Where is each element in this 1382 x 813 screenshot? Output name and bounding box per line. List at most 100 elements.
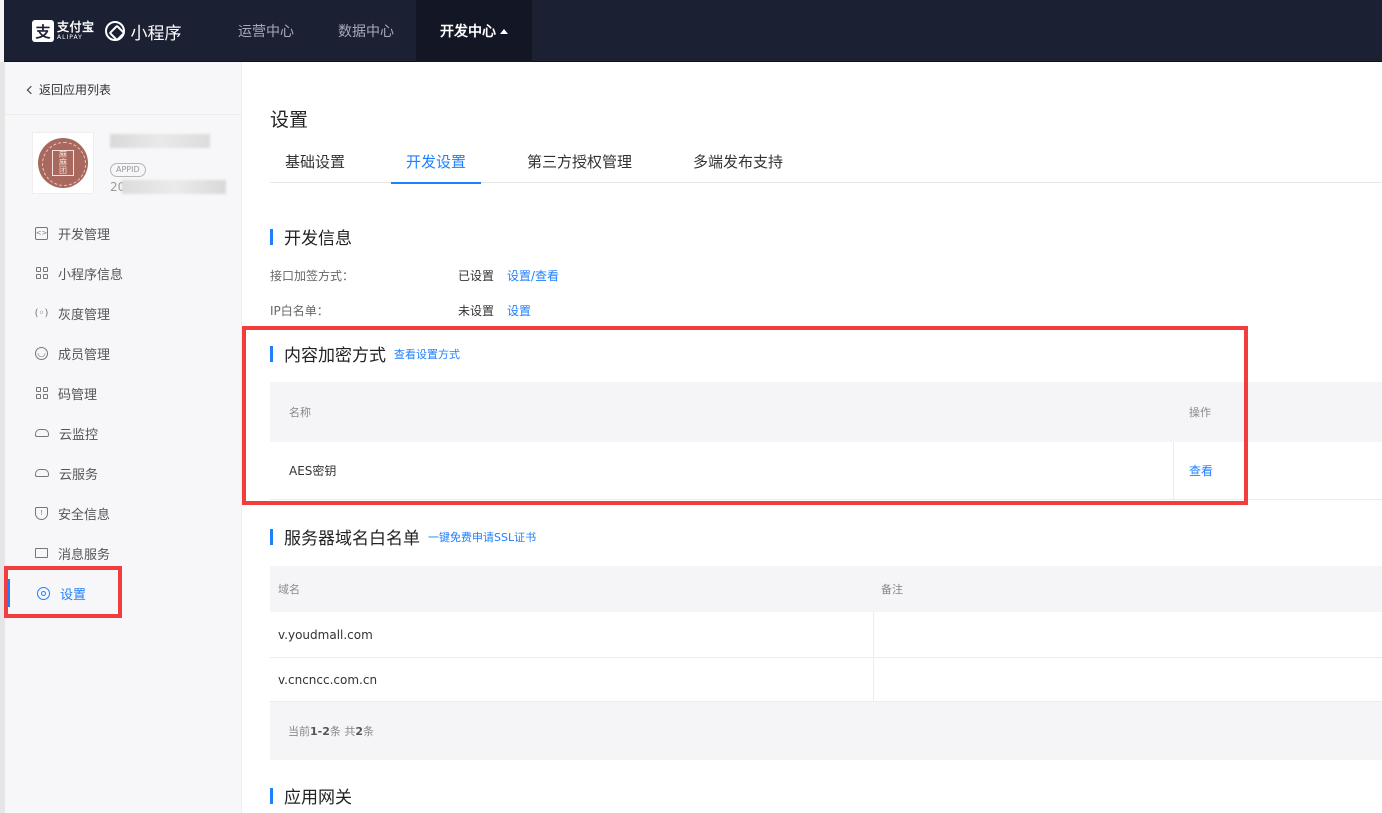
nav-ops-center[interactable]: 运营中心 — [216, 0, 316, 62]
domain-cell: v.cncncc.com.cn — [278, 672, 378, 687]
user-icon: ◡ — [35, 346, 48, 360]
tab-dev-settings[interactable]: 开发设置 — [391, 151, 482, 184]
nav-dev-center[interactable]: 开发中心 — [416, 0, 532, 62]
pagination-total: 2 — [355, 724, 364, 738]
section-server-whitelist-title: 服务器域名白名单 一键免费申请SSL证书 — [270, 524, 536, 549]
sidebar-item-gray-release[interactable]: (◦) 灰度管理 — [5, 293, 242, 333]
page-title: 设置 — [270, 109, 309, 131]
info-value: 未设置 — [458, 304, 495, 318]
highlight-box-settings — [4, 566, 122, 618]
sidebar-item-label: 灰度管理 — [58, 307, 111, 323]
sidebar-menu: <> 开发管理 小程序信息 (◦) 灰度管理 ◡ 成员管理 码管理 云监控 云服务 !… — [5, 213, 242, 613]
info-value: 已设置 — [458, 269, 495, 283]
top-bar: 支 支付宝 ALIPAY 小程序 运营中心 数据中心 开发中心 — [0, 0, 1382, 62]
section-title-text: 应用网关 — [284, 788, 352, 808]
seal-logo-icon: 麻 麻 团 — [38, 138, 88, 188]
pagination-suffix: 条 — [363, 725, 375, 738]
brand-en: ALIPAY — [57, 34, 83, 41]
tab-multi-platform[interactable]: 多端发布支持 — [678, 151, 798, 183]
qrcode-icon — [35, 386, 48, 400]
section-marker — [270, 528, 273, 545]
cloud-icon — [35, 469, 49, 477]
alipay-wordmark: 支付宝 ALIPAY — [57, 21, 95, 41]
pagination-range: 1-2 — [310, 724, 330, 738]
sidebar-item-label: 小程序信息 — [58, 267, 124, 283]
table-row: v.cncncc.com.cn — [270, 658, 1382, 702]
sidebar: 返回应用列表 麻 麻 团 APPID 20 <> 开发管理 小程序信息 (◦) 灰度… — [0, 62, 242, 813]
alipay-logo-icon: 支 — [32, 20, 54, 42]
sidebar-item-security[interactable]: ! 安全信息 — [5, 493, 242, 533]
section-title-text: 服务器域名白名单 — [284, 529, 420, 549]
sidebar-item-label: 成员管理 — [58, 347, 111, 363]
appid-redacted — [122, 180, 226, 194]
section-gateway-title: 应用网关 — [270, 783, 352, 808]
app-logo: 麻 麻 团 — [32, 132, 94, 194]
domain-cell: v.youdmall.com — [278, 627, 373, 642]
section-marker — [270, 228, 273, 245]
brand-cn: 支付宝 — [57, 20, 95, 34]
monitor-icon — [35, 548, 48, 558]
signal-icon: (◦) — [34, 307, 49, 319]
back-to-app-list-link[interactable]: 返回应用列表 — [26, 81, 111, 98]
column-header-note: 备注 — [881, 583, 903, 596]
seal-char: 团 — [59, 166, 67, 175]
sidebar-item-cloud-monitor[interactable]: 云监控 — [5, 413, 242, 453]
sidebar-item-label: 云监控 — [59, 427, 99, 443]
sidebar-item-label: 云服务 — [59, 467, 99, 483]
ip-whitelist-settings-link[interactable]: 设置 — [507, 302, 531, 319]
signing-settings-link[interactable]: 设置/查看 — [507, 267, 559, 284]
sidebar-item-app-info[interactable]: 小程序信息 — [5, 253, 242, 293]
info-row-signing: 接口加签方式： 已设置 设置/查看 — [270, 267, 559, 284]
whitelist-table-header: 域名 备注 — [270, 566, 1382, 612]
nav-label: 开发中心 — [440, 24, 496, 40]
tab-third-party-auth[interactable]: 第三方授权管理 — [512, 151, 647, 183]
info-label: 接口加签方式： — [270, 269, 355, 283]
pagination-summary: 当前 1-2 条 共2条 — [288, 702, 374, 760]
nav-label: 运营中心 — [238, 24, 294, 40]
appid-badge: APPID — [110, 163, 146, 177]
divider — [5, 114, 242, 115]
sidebar-item-label: 码管理 — [58, 387, 98, 403]
nav-label: 数据中心 — [338, 24, 394, 40]
cloud-icon — [35, 429, 49, 437]
sidebar-item-label: 安全信息 — [58, 507, 111, 523]
product-name: 小程序 — [130, 23, 182, 44]
seal-char: 麻 — [59, 150, 67, 159]
sidebar-item-cloud-service[interactable]: 云服务 — [5, 453, 242, 493]
settings-tabs: 基础设置 开发设置 第三方授权管理 多端发布支持 — [270, 151, 1382, 184]
pagination-mid: 条 共 — [329, 725, 356, 738]
free-ssl-cert-link[interactable]: 一键免费申请SSL证书 — [428, 529, 536, 545]
sidebar-item-label: 消息服务 — [58, 547, 111, 563]
whitelist-pagination: 当前 1-2 条 共2条 — [270, 702, 1382, 760]
code-icon: <> — [35, 226, 48, 240]
column-header-domain: 域名 — [278, 583, 300, 596]
logo[interactable]: 支 支付宝 ALIPAY 小程序 — [32, 19, 182, 44]
column-divider — [873, 612, 874, 657]
app-name-redacted — [110, 134, 210, 148]
table-row: v.youdmall.com — [270, 612, 1382, 658]
section-dev-info-title: 开发信息 — [270, 224, 352, 249]
grid-icon — [35, 266, 48, 280]
section-marker — [270, 787, 273, 804]
nav-data-center[interactable]: 数据中心 — [316, 0, 416, 62]
seal-char: 麻 — [59, 158, 67, 167]
sidebar-item-members[interactable]: ◡ 成员管理 — [5, 333, 242, 373]
shield-icon: ! — [35, 506, 48, 520]
sidebar-item-codes[interactable]: 码管理 — [5, 373, 242, 413]
column-divider — [873, 658, 874, 701]
info-row-ip-whitelist: IP白名单： 未设置 设置 — [270, 302, 531, 319]
window-edge — [0, 0, 4, 62]
mini-program-icon — [104, 21, 125, 41]
chevron-left-icon — [26, 85, 36, 95]
section-title-text: 开发信息 — [284, 229, 352, 249]
top-nav: 运营中心 数据中心 开发中心 — [216, 0, 532, 62]
seal-core: 麻 麻 团 — [52, 150, 74, 176]
tab-basic-settings[interactable]: 基础设置 — [270, 151, 360, 183]
caret-up-icon — [500, 28, 508, 34]
sidebar-item-dev-management[interactable]: <> 开发管理 — [5, 213, 242, 253]
highlight-box-content-encrypt — [242, 326, 1248, 505]
pagination-prefix: 当前 — [288, 725, 310, 738]
info-label: IP白名单： — [270, 304, 329, 318]
sidebar-item-label: 开发管理 — [58, 227, 111, 243]
left-edge — [0, 62, 5, 813]
